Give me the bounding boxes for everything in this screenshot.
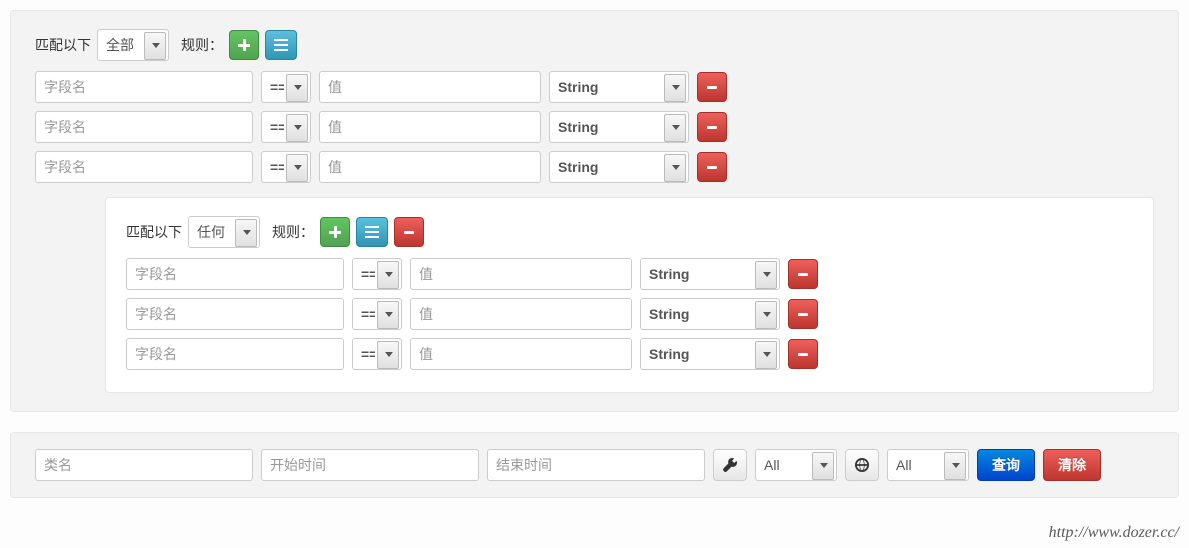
minus-icon — [798, 313, 808, 316]
list-icon — [274, 39, 288, 51]
value-input[interactable] — [410, 338, 632, 370]
add-group-button[interactable] — [356, 217, 388, 247]
wrench-button[interactable] — [713, 449, 747, 481]
match-mode-select[interactable]: 任何 — [188, 216, 260, 248]
rule-row: == String — [126, 258, 1133, 290]
nested-group-panel: 匹配以下 任何 规则： == String == String — [105, 197, 1154, 393]
query-bar-row: All All 查询 清除 — [35, 449, 1154, 481]
rule-builder-panel: 匹配以下 全部 规则： == String == String == Strin… — [10, 10, 1179, 412]
end-time-input[interactable] — [487, 449, 705, 481]
match-label: 匹配以下 — [126, 222, 182, 242]
type-select[interactable]: String — [549, 111, 689, 143]
clear-button[interactable]: 清除 — [1043, 449, 1101, 481]
minus-icon — [404, 231, 414, 234]
match-mode-select[interactable]: 全部 — [97, 29, 169, 61]
rules-label: 规则： — [181, 35, 223, 55]
list-icon — [365, 226, 379, 238]
field-name-input[interactable] — [35, 111, 253, 143]
remove-rule-button[interactable] — [697, 152, 727, 182]
globe-icon — [855, 458, 869, 472]
field-name-input[interactable] — [35, 71, 253, 103]
value-input[interactable] — [410, 298, 632, 330]
rule-row: == String — [35, 151, 1154, 183]
remove-rule-button[interactable] — [788, 339, 818, 369]
minus-icon — [798, 273, 808, 276]
remove-rule-button[interactable] — [697, 112, 727, 142]
add-group-button[interactable] — [265, 30, 297, 60]
remove-group-button[interactable] — [394, 217, 424, 247]
rule-row: == String — [126, 298, 1133, 330]
type-select[interactable]: String — [640, 338, 780, 370]
type-select[interactable]: String — [640, 298, 780, 330]
query-bar-panel: All All 查询 清除 — [10, 432, 1179, 498]
field-name-input[interactable] — [35, 151, 253, 183]
globe-button[interactable] — [845, 449, 879, 481]
match-label: 匹配以下 — [35, 35, 91, 55]
minus-icon — [798, 353, 808, 356]
operator-select[interactable]: == — [352, 298, 402, 330]
field-name-input[interactable] — [126, 258, 344, 290]
add-rule-button[interactable] — [229, 30, 259, 60]
rules-label: 规则： — [272, 222, 314, 242]
operator-select[interactable]: == — [261, 151, 311, 183]
type-select[interactable]: String — [640, 258, 780, 290]
value-input[interactable] — [319, 71, 541, 103]
operator-select[interactable]: == — [261, 111, 311, 143]
operator-select[interactable]: == — [352, 338, 402, 370]
minus-icon — [707, 126, 717, 129]
outer-group-header: 匹配以下 全部 规则： — [35, 29, 1154, 61]
minus-icon — [707, 86, 717, 89]
rule-row: == String — [126, 338, 1133, 370]
field-name-input[interactable] — [126, 298, 344, 330]
remove-rule-button[interactable] — [788, 299, 818, 329]
filter1-select[interactable]: All — [755, 449, 837, 481]
value-input[interactable] — [319, 111, 541, 143]
plus-icon — [329, 226, 341, 238]
field-name-input[interactable] — [126, 338, 344, 370]
remove-rule-button[interactable] — [697, 72, 727, 102]
plus-icon — [238, 39, 250, 51]
rule-row: == String — [35, 111, 1154, 143]
minus-icon — [707, 166, 717, 169]
watermark-text: http://www.dozer.cc/ — [1049, 524, 1179, 542]
filter2-select[interactable]: All — [887, 449, 969, 481]
value-input[interactable] — [319, 151, 541, 183]
remove-rule-button[interactable] — [788, 259, 818, 289]
start-time-input[interactable] — [261, 449, 479, 481]
wrench-icon — [723, 458, 737, 472]
rule-row: == String — [35, 71, 1154, 103]
inner-group-header: 匹配以下 任何 规则： — [126, 216, 1133, 248]
operator-select[interactable]: == — [261, 71, 311, 103]
query-button[interactable]: 查询 — [977, 449, 1035, 481]
operator-select[interactable]: == — [352, 258, 402, 290]
type-select[interactable]: String — [549, 71, 689, 103]
class-name-input[interactable] — [35, 449, 253, 481]
type-select[interactable]: String — [549, 151, 689, 183]
value-input[interactable] — [410, 258, 632, 290]
add-rule-button[interactable] — [320, 217, 350, 247]
